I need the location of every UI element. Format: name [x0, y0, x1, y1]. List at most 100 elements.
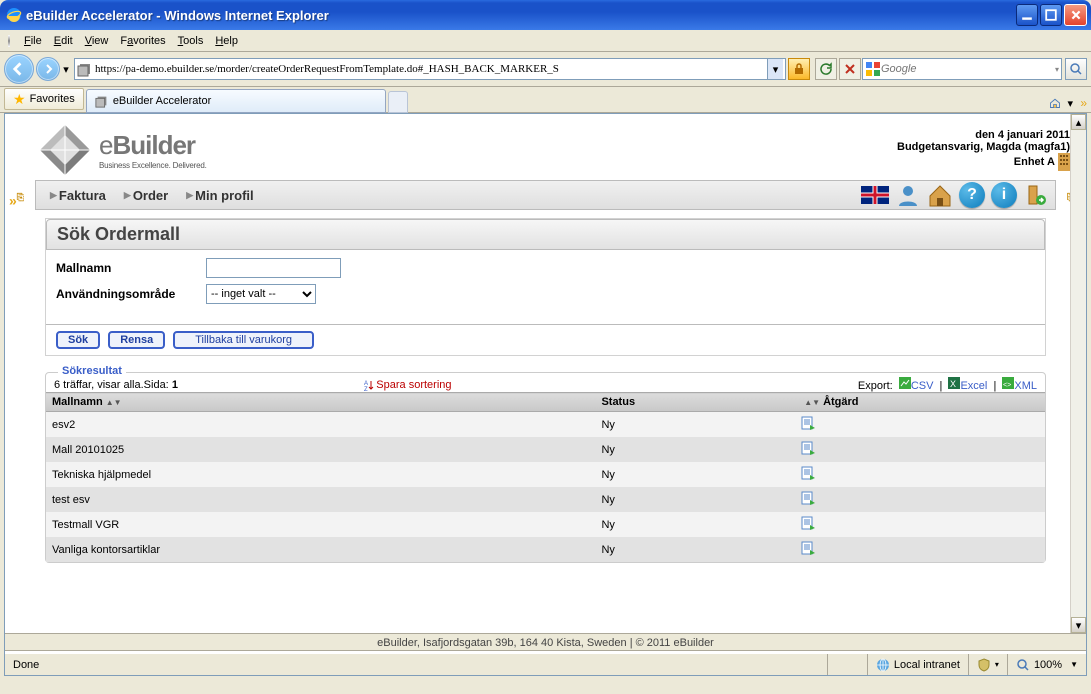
- cell-status: Ny: [595, 437, 795, 462]
- table-row: Vanliga kontorsartiklar Ny: [46, 537, 1045, 562]
- address-bar: ▾: [74, 58, 786, 80]
- home-button[interactable]: [1046, 94, 1064, 112]
- menu-favorites[interactable]: Favorites: [114, 33, 171, 49]
- tab-bar: ★ Favorites eBuilder Accelerator ▾ »: [0, 87, 1091, 113]
- cell-atgard: [795, 412, 1045, 438]
- expand-left-icon[interactable]: »⎘: [9, 192, 24, 209]
- button-sok[interactable]: Sök: [56, 331, 100, 349]
- window-maximize-button[interactable]: [1040, 4, 1062, 26]
- results-table: Mallnamn▲▼ Status ▲▼Åtgärd esv2 Ny Mall …: [46, 392, 1045, 562]
- use-template-icon[interactable]: [801, 541, 817, 555]
- menu-bar: File Edit View Favorites Tools Help: [0, 30, 1091, 52]
- nav-faktura[interactable]: Faktura: [50, 188, 106, 203]
- top-toolbar: Faktura Order Min profil ? i: [35, 180, 1056, 210]
- exit-icon[interactable]: [1023, 182, 1049, 208]
- security-lock-icon[interactable]: [788, 58, 810, 80]
- export-label: Export:: [858, 380, 893, 392]
- use-template-icon[interactable]: [801, 516, 817, 530]
- cell-atgard: [795, 537, 1045, 562]
- language-uk-icon[interactable]: [861, 186, 889, 204]
- home-dropdown[interactable]: ▾: [1066, 94, 1074, 112]
- button-tillbaka[interactable]: Tillbaka till varukorg: [173, 331, 314, 349]
- cell-mallnamn: test esv: [46, 487, 595, 512]
- new-tab-button[interactable]: [388, 91, 408, 113]
- search-box: ▾: [862, 58, 1062, 80]
- google-icon: [865, 61, 881, 77]
- stop-button[interactable]: [839, 58, 861, 80]
- favorites-label: Favorites: [30, 93, 75, 105]
- table-row: Mall 20101025 Ny: [46, 437, 1045, 462]
- status-zone[interactable]: Local intranet: [868, 654, 969, 675]
- window-close-button[interactable]: [1064, 4, 1087, 26]
- nav-order[interactable]: Order: [124, 188, 168, 203]
- url-dropdown[interactable]: ▾: [767, 59, 783, 79]
- shield-icon: [977, 658, 991, 672]
- window-minimize-button[interactable]: [1016, 4, 1038, 26]
- use-template-icon[interactable]: [801, 491, 817, 505]
- cell-status: Ny: [595, 487, 795, 512]
- search-input[interactable]: [881, 63, 1055, 75]
- scroll-up-button[interactable]: ▴: [1071, 114, 1086, 130]
- table-row: Tekniska hjälpmedel Ny: [46, 462, 1045, 487]
- cell-mallnamn: esv2: [46, 412, 595, 438]
- use-template-icon[interactable]: [801, 416, 817, 430]
- menu-tools[interactable]: Tools: [172, 33, 210, 49]
- cell-atgard: [795, 487, 1045, 512]
- sort-save-link[interactable]: AZ Spara sortering: [364, 379, 451, 391]
- status-zoom[interactable]: 100% ▼: [1008, 654, 1086, 675]
- home-icon[interactable]: [927, 182, 953, 208]
- results-legend: Sökresultat: [58, 365, 126, 377]
- nav-profil[interactable]: Min profil: [186, 188, 253, 203]
- cell-status: Ny: [595, 512, 795, 537]
- unit-label: Enhet A: [1014, 156, 1055, 168]
- page-heading: Sök Ordermall: [57, 224, 1034, 245]
- menu-edit[interactable]: Edit: [48, 33, 79, 49]
- logo[interactable]: eBuilder Business Excellence. Delivered.: [35, 120, 207, 180]
- cell-status: Ny: [595, 537, 795, 562]
- cell-status: Ny: [595, 462, 795, 487]
- use-template-icon[interactable]: [801, 466, 817, 480]
- favorites-button[interactable]: ★ Favorites: [4, 88, 84, 110]
- table-row: Testmall VGR Ny: [46, 512, 1045, 537]
- user-info: den 4 januari 2011 Budgetansvarig, Magda…: [897, 129, 1076, 171]
- col-atgard[interactable]: ▲▼Åtgärd: [795, 393, 1045, 412]
- help-icon[interactable]: ?: [959, 182, 985, 208]
- nav-forward-button[interactable]: [36, 57, 60, 81]
- tab-ebuilder[interactable]: eBuilder Accelerator: [86, 89, 386, 113]
- nav-history-dropdown[interactable]: ▾: [60, 63, 72, 76]
- status-protected[interactable]: ▾: [969, 654, 1008, 675]
- search-go-button[interactable]: [1065, 58, 1087, 80]
- use-template-icon[interactable]: [801, 441, 817, 455]
- tab-icon: [95, 94, 109, 108]
- nav-back-button[interactable]: [4, 54, 34, 84]
- export-csv-link[interactable]: CSV: [911, 380, 934, 392]
- vertical-scrollbar[interactable]: ▴ ▾: [1070, 114, 1086, 633]
- excel-icon: X: [948, 377, 960, 389]
- command-bar-expand-icon[interactable]: »: [1076, 96, 1087, 110]
- info-icon[interactable]: i: [991, 182, 1017, 208]
- col-mallnamn[interactable]: Mallnamn▲▼: [46, 393, 595, 412]
- cell-mallnamn: Mall 20101025: [46, 437, 595, 462]
- menu-view[interactable]: View: [79, 33, 115, 49]
- cell-status: Ny: [595, 412, 795, 438]
- svg-text:<>: <>: [1003, 382, 1011, 389]
- app-header: eBuilder Business Excellence. Delivered.…: [5, 114, 1086, 180]
- menu-file[interactable]: File: [18, 33, 48, 49]
- ie-logo-icon: [6, 7, 22, 23]
- menu-help[interactable]: Help: [209, 33, 244, 49]
- input-mallnamn[interactable]: [206, 258, 341, 278]
- search-form-panel: Sök Ordermall Mallnamn Användningsområde…: [45, 218, 1046, 356]
- app-footer: eBuilder, Isafjordsgatan 39b, 164 40 Kis…: [5, 633, 1086, 651]
- svg-text:X: X: [950, 379, 956, 389]
- button-rensa[interactable]: Rensa: [108, 331, 165, 349]
- star-icon: ★: [13, 91, 26, 108]
- results-panel: Sökresultat 6 träffar, visar alla.Sida: …: [45, 372, 1046, 563]
- export-xml-link[interactable]: XML: [1014, 380, 1037, 392]
- scroll-down-button[interactable]: ▾: [1071, 617, 1086, 633]
- refresh-button[interactable]: [815, 58, 837, 80]
- select-anvandning[interactable]: -- inget valt --: [206, 284, 316, 304]
- url-input[interactable]: [95, 63, 767, 75]
- export-excel-link[interactable]: Excel: [960, 380, 987, 392]
- col-status[interactable]: Status: [595, 393, 795, 412]
- user-icon[interactable]: [895, 182, 921, 208]
